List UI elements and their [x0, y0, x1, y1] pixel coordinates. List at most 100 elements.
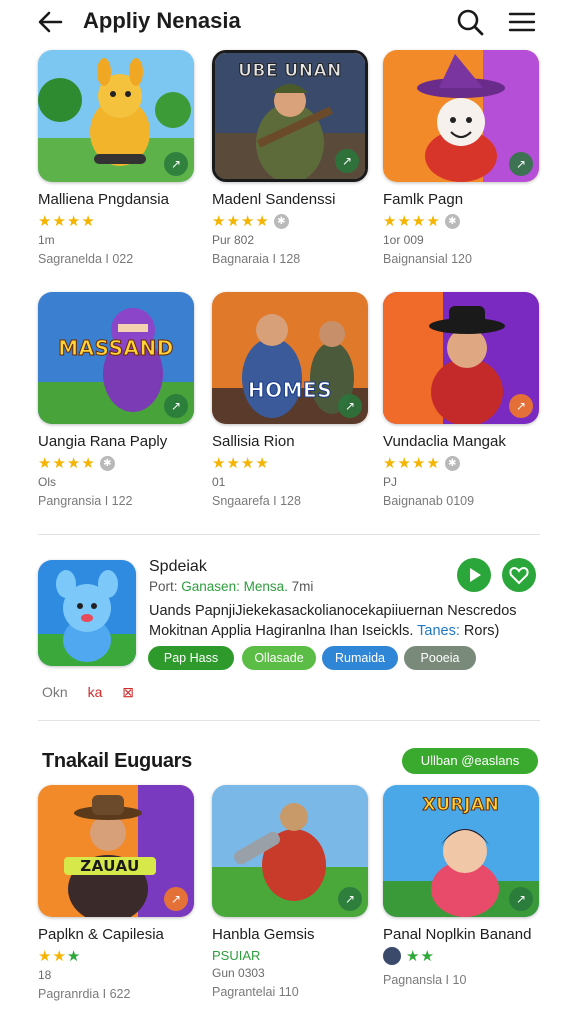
star-rating: ★ ★ ★ ★ ✱ — [212, 212, 370, 230]
app-card[interactable]: XURJAN ↗ Panal Noplkin Banand ★ ★ Pagnans… — [383, 785, 541, 987]
open-icon[interactable]: ↗ — [164, 394, 188, 418]
play-icon — [470, 568, 481, 582]
star-icon: ★ — [240, 212, 255, 230]
star-rating: ★ ★ ★ ★ ✱ — [383, 212, 541, 230]
open-icon[interactable]: ↗ — [164, 152, 188, 176]
app-subtitle: Baignansial 120 — [383, 252, 472, 266]
app-card[interactable]: ↗ Vundaclia Mangak ★ ★ ★ ★ ✱ PJ Baignanab 0… — [383, 292, 541, 508]
app-title: Madenl Sandenssi — [212, 191, 336, 208]
app-thumbnail[interactable]: UBE UNAN ↗ — [212, 50, 368, 182]
app-card[interactable]: ZAUAU ↗ Paplkn & Capilesia ★ ★ ★ 18 Pagran… — [38, 785, 196, 1001]
app-card[interactable]: ↗ Hanbla Gemsis PSUIAR Gun 0303 Pagrante… — [212, 785, 370, 999]
star-icon: ★ — [383, 212, 397, 230]
heart-icon — [509, 566, 529, 585]
app-meta: 1m — [38, 233, 55, 247]
app-thumbnail[interactable]: HOMES ↗ — [212, 292, 368, 424]
open-icon[interactable]: ↗ — [509, 152, 533, 176]
star-icon: ★ — [397, 454, 411, 472]
description-text: Mokitnan Applia Hagiranlna Ihan Iseickls… — [149, 623, 414, 639]
star-icon: ★ — [383, 454, 397, 472]
see-all-button[interactable]: Ullban @easlans — [402, 748, 538, 774]
flag-icon[interactable]: ⊠ — [122, 684, 134, 700]
star-icon: ★ — [38, 212, 52, 230]
star-icon: ★ — [52, 212, 66, 230]
info-badge-icon: ✱ — [273, 213, 289, 229]
tag-chip[interactable]: Rumaida — [322, 646, 398, 670]
app-thumbnail[interactable]: MASSAND ↗ — [38, 292, 194, 424]
star-icon: ★ — [66, 454, 81, 472]
star-icon: ★ — [52, 454, 66, 472]
top-bar: Appliy Nenasia — [0, 0, 576, 44]
open-icon[interactable]: ↗ — [509, 887, 533, 911]
star-icon: ★ — [255, 212, 269, 230]
app-meta: PJ — [383, 475, 398, 489]
open-icon[interactable]: ↗ — [335, 149, 359, 173]
star-icon: ★ — [240, 454, 255, 472]
app-thumbnail[interactable]: ↗ — [383, 50, 539, 182]
app-thumbnail[interactable]: XURJAN ↗ — [383, 785, 539, 917]
play-button[interactable] — [457, 558, 491, 592]
back-button[interactable] — [34, 6, 66, 38]
app-card[interactable]: ↗ Malliena Pngdansia ★ ★ ★ ★ 1m Sagranelda … — [38, 50, 196, 266]
star-icon: ★ — [411, 454, 426, 472]
app-title: Sallisia Rion — [212, 433, 295, 450]
search-icon — [457, 9, 484, 36]
description-tail: Rors) — [463, 623, 500, 639]
search-button[interactable] — [454, 6, 486, 38]
open-icon[interactable]: ↗ — [338, 887, 362, 911]
menu-button[interactable] — [506, 6, 538, 38]
info-badge-icon: ✱ — [99, 455, 115, 471]
app-subtitle: Sngaarefa I 128 — [212, 494, 301, 508]
featured-app-icon[interactable] — [38, 560, 136, 666]
star-rating: ★ ★ — [383, 947, 541, 965]
open-icon[interactable]: ↗ — [338, 394, 362, 418]
description-line: Mokitnan Applia Hagiranlna Ihan Iseickls… — [149, 621, 529, 641]
star-icon: ★ — [212, 212, 226, 230]
star-rating: ★ ★ ★ ★ — [212, 454, 370, 472]
app-title: Vundaclia Mangak — [383, 433, 506, 450]
app-title: Panal Noplkin Banand — [383, 926, 532, 943]
section-title: Tnakail Euguars — [42, 750, 192, 772]
app-card[interactable]: HOMES ↗ Sallisia Rion ★ ★ ★ ★ 01 Sngaarefa … — [212, 292, 370, 508]
description-highlight: Tanes: — [417, 623, 460, 639]
app-thumbnail[interactable]: ↗ — [38, 50, 194, 182]
star-icon: ★ — [226, 212, 240, 230]
open-icon[interactable]: ↗ — [164, 887, 188, 911]
blue-mascot-art — [38, 560, 136, 666]
star-icon: ★ — [255, 454, 269, 472]
app-card[interactable]: ↗ Famlk Pagn ★ ★ ★ ★ ✱ 1or 009 Baignansial … — [383, 50, 541, 266]
hamburger-menu-icon — [508, 12, 536, 32]
game-banner-text: ZAUAU — [64, 857, 156, 875]
tag-chip[interactable]: Pap Hass — [148, 646, 234, 670]
divider — [38, 534, 540, 535]
app-title: Paplkn & Capilesia — [38, 926, 164, 943]
open-icon[interactable]: ↗ — [509, 394, 533, 418]
meta-suffix: 7mi — [291, 579, 314, 594]
avatar — [383, 947, 401, 965]
featured-app-description: Uands PapnjiJiekekasackolianocekapiiuern… — [149, 601, 529, 641]
app-card[interactable]: UBE UNAN ↗ Madenl Sandenssi ★ ★ ★ ★ ✱ Pur 8… — [212, 50, 370, 266]
featured-app-name: Spdeiak — [149, 558, 207, 575]
app-card[interactable]: MASSAND ↗ Uangia Rana Paply ★ ★ ★ ★ ✱ Ols P… — [38, 292, 196, 508]
app-thumbnail[interactable]: ↗ — [212, 785, 368, 917]
app-thumbnail[interactable]: ZAUAU ↗ — [38, 785, 194, 917]
star-icon: ★ — [226, 454, 240, 472]
game-banner-text: UBE UNAN — [238, 61, 342, 82]
app-thumbnail[interactable]: ↗ — [383, 292, 539, 424]
page-title: Appliy Nenasia — [83, 8, 241, 33]
tag-chip[interactable]: Pooeia — [404, 646, 476, 670]
tag-chip[interactable]: Ollasade — [242, 646, 316, 670]
app-title: Uangia Rana Paply — [38, 433, 168, 450]
info-badge-icon: ✱ — [444, 213, 460, 229]
info-badge-icon: ✱ — [444, 455, 460, 471]
app-subtitle: Sagranelda I 022 — [38, 252, 134, 266]
favorite-button[interactable] — [502, 558, 536, 592]
app-subtitle: Pagnansla I 10 — [383, 973, 467, 987]
star-icon: ★ — [66, 947, 81, 965]
star-rating: ★ ★ ★ — [38, 947, 196, 965]
star-icon: ★ — [426, 454, 440, 472]
star-icon: ★ — [38, 947, 52, 965]
star-icon: ★ — [411, 212, 426, 230]
app-meta: Ols — [38, 475, 56, 489]
app-meta: 1or 009 — [383, 233, 424, 247]
